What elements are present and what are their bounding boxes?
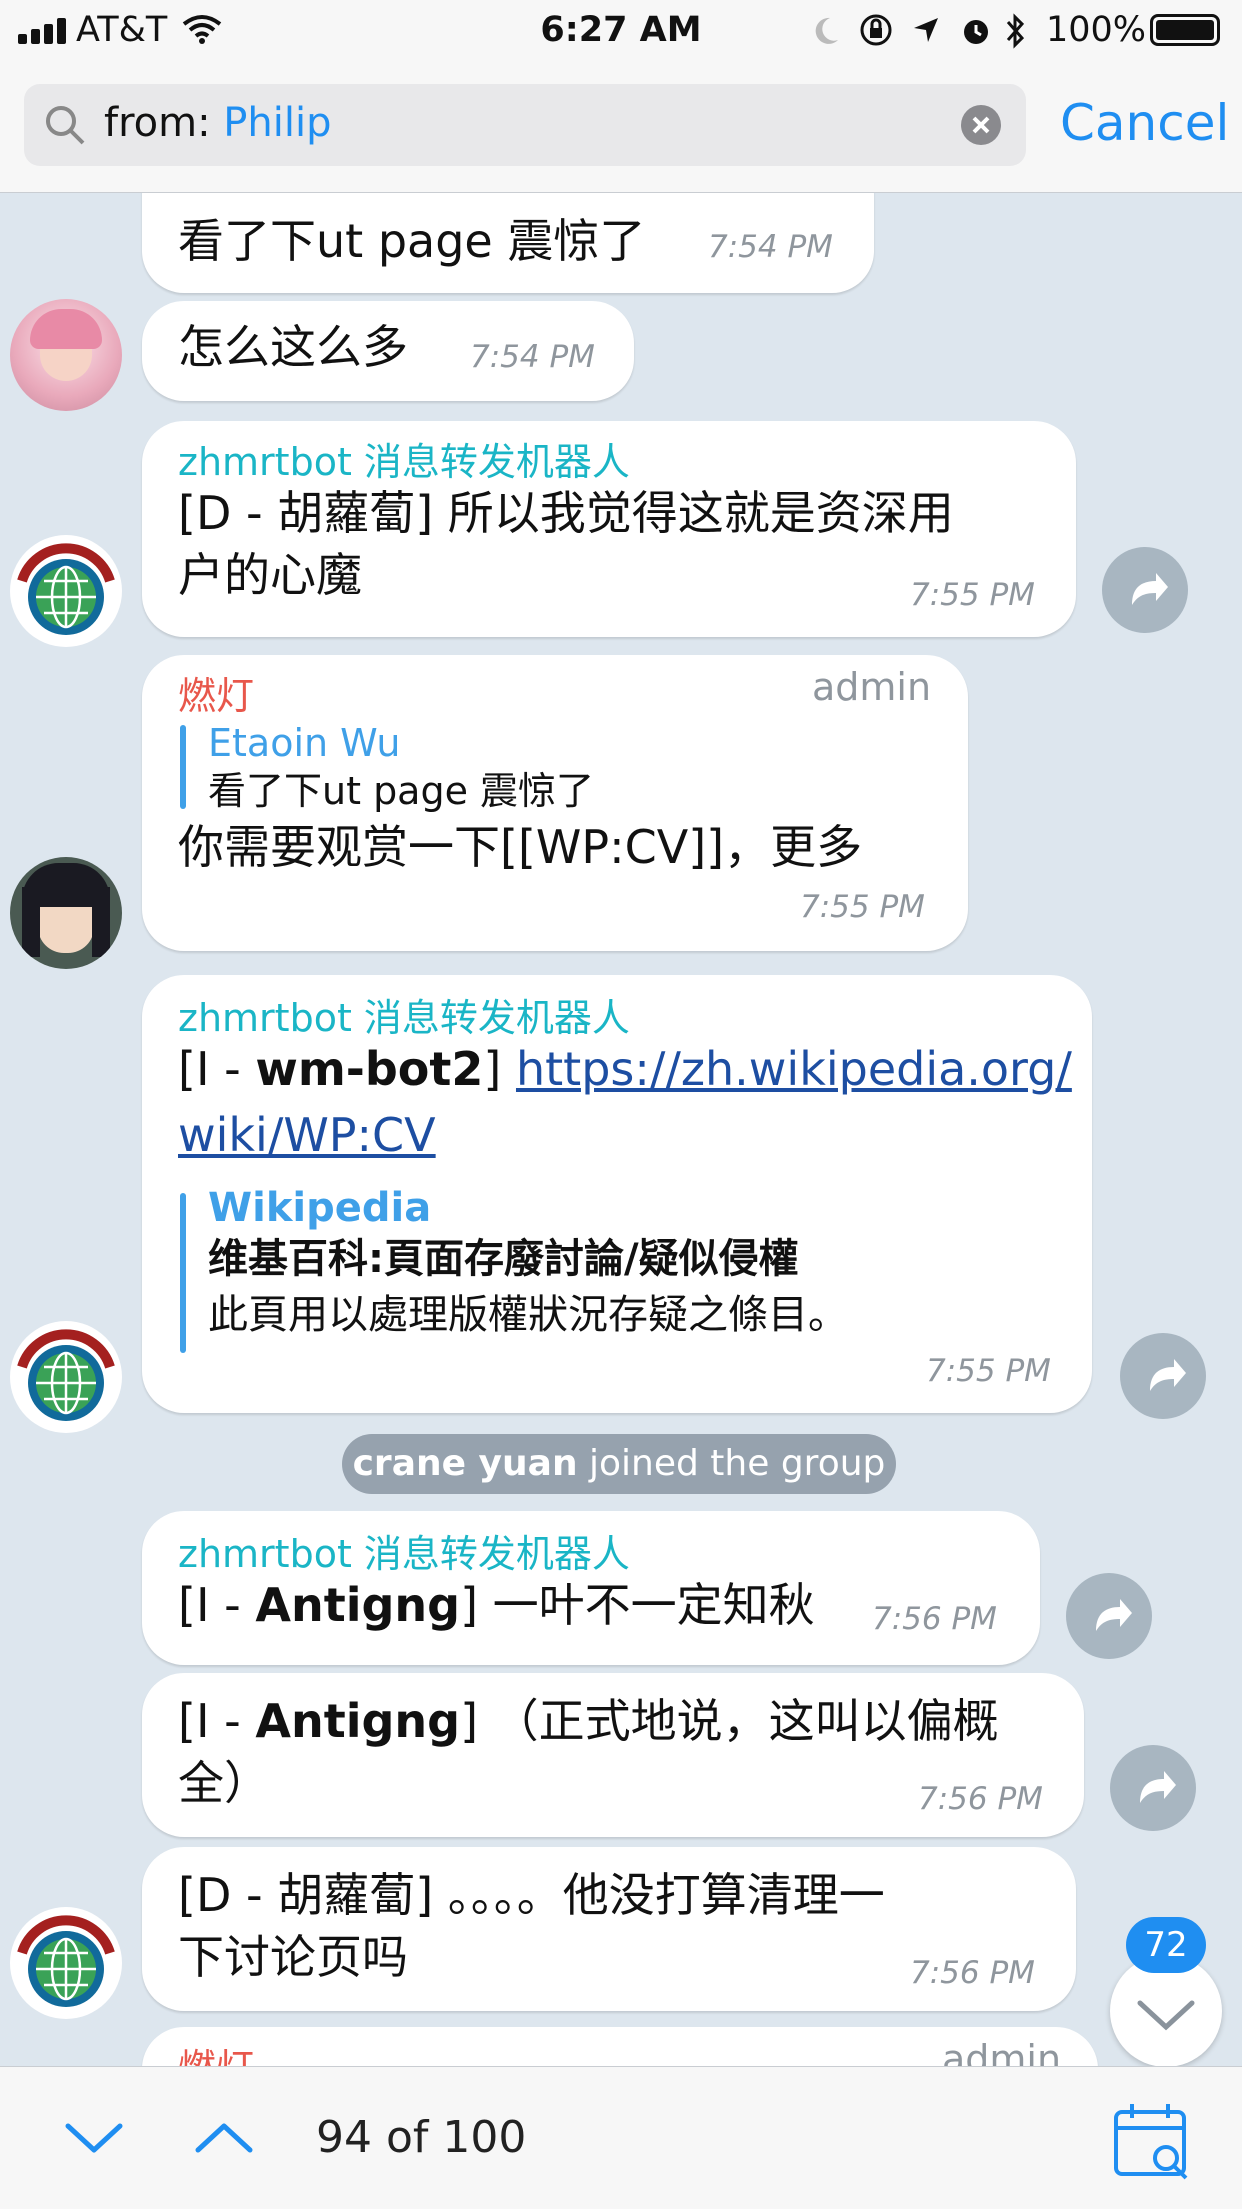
result-counter: 94 of 100	[316, 2112, 527, 2163]
search-query: from: Philip	[104, 100, 331, 146]
preview-description: 此頁用以處理版權狀況存疑之條目。	[208, 1292, 848, 1338]
forward-icon	[1140, 1771, 1176, 1803]
admin-badge: admin	[942, 2037, 1062, 2066]
message-author: wm-bot2	[255, 1042, 484, 1096]
message-text: 看了下ut page 震惊了	[178, 214, 646, 268]
location-icon	[914, 18, 938, 42]
bot-avatar[interactable]	[10, 1321, 122, 1433]
calendar-search-icon[interactable]	[1110, 2100, 1194, 2184]
wikimedia-logo-icon	[12, 1909, 120, 2017]
message-bubble[interactable]: 燃灯 admin Etaoin Wu 看了下ut page 震惊了 你需要观赏一…	[142, 655, 968, 951]
message-text: [D - 胡蘿蔔] 。。。。他没打算清理一	[178, 1868, 885, 1922]
forward-icon	[1096, 1599, 1132, 1631]
search-results-bar	[0, 2066, 1242, 2209]
next-result-button[interactable]	[62, 2118, 126, 2158]
search-icon	[46, 106, 85, 145]
message-bubble[interactable]: zhmrtbot 消息转发机器人 [D - 胡蘿蔔] 所以我觉得这就是资深用 户…	[142, 421, 1076, 637]
previous-result-button[interactable]	[192, 2118, 256, 2158]
message-text: 全）	[178, 1756, 270, 1810]
rotation-lock-icon	[860, 14, 892, 46]
message-suffix: ] （正式地说，这叫以偏概	[460, 1694, 999, 1748]
message-text: [D - 胡蘿蔔] 所以我觉得这就是资深用	[178, 486, 954, 540]
message-link[interactable]: https://zh.wikipedia.org/	[516, 1042, 1072, 1096]
message-time: 7:55 PM	[800, 889, 925, 925]
message-prefix: [I -	[178, 1578, 256, 1632]
admin-badge: admin	[812, 665, 932, 709]
bot-avatar[interactable]	[10, 1907, 122, 2019]
message-bubble[interactable]: 看了下ut page 震惊了 7:54 PM	[142, 193, 874, 293]
message-author: Antigng	[255, 1694, 461, 1748]
sender-name[interactable]: zhmrtbot 消息转发机器人	[178, 431, 630, 486]
message-bubble[interactable]: 怎么这么多 7:54 PM	[142, 301, 634, 401]
message-prefix: [I -	[178, 1694, 256, 1748]
message-bubble[interactable]: [D - 胡蘿蔔] 。。。。他没打算清理一 下讨论页吗 7:56 PM	[142, 1847, 1076, 2011]
battery-icon	[1150, 14, 1220, 46]
message-author: Antigng	[255, 1578, 461, 1632]
cancel-button[interactable]: Cancel	[1060, 94, 1229, 152]
reply-quote-bar	[180, 725, 186, 809]
unread-count-badge: 72	[1126, 1917, 1206, 1973]
message-prefix: [I -	[178, 1042, 256, 1096]
sender-name[interactable]: 燃灯	[178, 665, 254, 720]
message-bubble[interactable]: [I - Antigng] （正式地说，这叫以偏概 全） 7:56 PM	[142, 1673, 1084, 1837]
search-term: Philip	[223, 100, 332, 146]
message-time: 7:54 PM	[708, 229, 833, 265]
message-time: 7:56 PM	[918, 1781, 1043, 1817]
message-link[interactable]: wiki/WP:CV	[178, 1103, 436, 1167]
wikimedia-logo-icon	[12, 537, 120, 645]
preview-site-name: Wikipedia	[208, 1185, 432, 1231]
system-message-text: joined the group	[577, 1443, 886, 1484]
preview-title: 维基百科:頁面存廢討論/疑似侵權	[208, 1236, 799, 1282]
sender-name[interactable]: zhmrtbot 消息转发机器人	[178, 987, 630, 1042]
message-time: 7:55 PM	[910, 577, 1035, 613]
battery-percent: 100%	[1046, 10, 1147, 50]
chat-area[interactable]: 看了下ut page 震惊了 7:54 PM 怎么这么多 7:54 PM zhm…	[0, 193, 1242, 2066]
clear-search-icon[interactable]	[960, 104, 1002, 146]
forward-icon	[1150, 1359, 1186, 1391]
user-avatar[interactable]	[10, 299, 122, 411]
message-text: [I - wm-bot2] https://zh.wikipedia.org/	[178, 1037, 1078, 1101]
forward-button[interactable]	[1110, 1745, 1196, 1831]
search-prefix: from:	[104, 100, 224, 146]
status-bar: AT&T 6:27 AM 100%	[0, 0, 1242, 66]
user-avatar[interactable]	[10, 857, 122, 969]
message-suffix: ] 一叶不一定知秋	[460, 1578, 815, 1632]
moon-icon	[815, 17, 838, 44]
quoted-sender[interactable]: Etaoin Wu	[208, 721, 400, 765]
bluetooth-icon	[1006, 13, 1025, 49]
quoted-text[interactable]: 看了下ut page 震惊了	[208, 767, 594, 815]
forward-button[interactable]	[1102, 547, 1188, 633]
joined-user-name: crane yuan	[352, 1443, 578, 1484]
message-bubble[interactable]: zhmrtbot 消息转发机器人 [I - Antigng] 一叶不一定知秋 7…	[142, 1511, 1040, 1665]
message-text: 你需要观赏一下[[WP:CV]]，更多	[178, 820, 863, 874]
sender-name[interactable]: zhmrtbot 消息转发机器人	[178, 1523, 630, 1578]
message-time: 7:55 PM	[926, 1353, 1051, 1389]
message-bubble[interactable]: 燃灯 admin	[142, 2027, 1098, 2066]
forward-button[interactable]	[1120, 1333, 1206, 1419]
message-text: 户的心魔	[178, 548, 362, 602]
sender-name[interactable]: 燃灯	[178, 2037, 254, 2066]
message-text: [I - Antigng] （正式地说，这叫以偏概	[178, 1689, 999, 1753]
forward-button[interactable]	[1066, 1573, 1152, 1659]
message-time: 7:56 PM	[910, 1955, 1035, 1991]
message-time: 7:54 PM	[470, 339, 595, 375]
message-text: 下讨论页吗	[178, 1930, 408, 1984]
message-text: 怎么这么多	[178, 320, 408, 374]
message-time: 7:56 PM	[872, 1601, 997, 1637]
link-preview-bar	[180, 1193, 186, 1353]
bot-avatar[interactable]	[10, 535, 122, 647]
wikimedia-logo-icon	[12, 1323, 120, 1431]
message-bubble[interactable]: zhmrtbot 消息转发机器人 [I - wm-bot2] https://z…	[142, 975, 1092, 1413]
message-text: [I - Antigng] 一叶不一定知秋	[178, 1573, 815, 1637]
message-suffix: ]	[483, 1042, 516, 1096]
forward-icon	[1132, 573, 1168, 605]
alarm-icon	[964, 20, 988, 44]
system-message: crane yuan joined the group	[342, 1434, 896, 1494]
